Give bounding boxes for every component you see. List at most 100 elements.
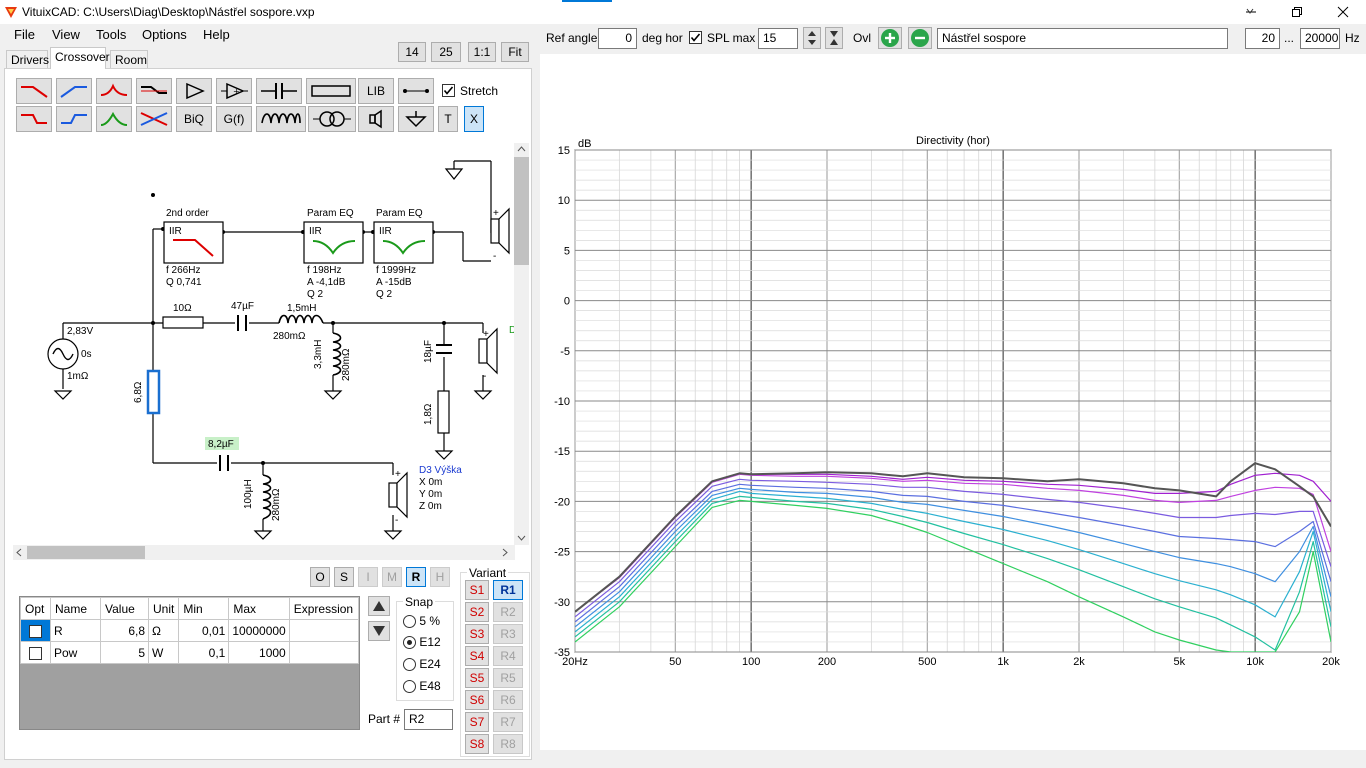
iir-block-1[interactable]: IIR 2nd order f 266Hz Q 0,741 — [163, 208, 224, 288]
highpass-1st-button[interactable] — [56, 78, 92, 104]
inductor-1-5mh[interactable]: 1,5mH 280mΩ — [273, 303, 324, 342]
shelf-filter-button[interactable] — [136, 78, 172, 104]
mode-o-button[interactable]: O — [310, 567, 330, 587]
resistor-6-8ohm-selected[interactable]: 6,8Ω — [133, 369, 161, 415]
snap-e12-option[interactable]: E12 — [403, 635, 441, 650]
spl-max-input[interactable]: 15 — [758, 28, 798, 49]
schematic-canvas[interactable]: IIR 2nd order f 266Hz Q 0,741 IIR Param … — [13, 143, 516, 545]
mode-m-button[interactable]: M — [382, 567, 402, 587]
variant-r3-button[interactable]: R3 — [493, 624, 523, 644]
capacitor-47uf[interactable]: 47µF — [231, 301, 254, 331]
capacitor-8-2uf[interactable]: 8,2µF — [205, 437, 239, 471]
row-1-min[interactable]: 0,01 — [178, 619, 230, 642]
variant-r2-button[interactable]: R2 — [493, 602, 523, 622]
variant-s8-button[interactable]: S8 — [465, 734, 489, 754]
add-overlay-button[interactable] — [878, 27, 902, 49]
menu-file[interactable]: File — [14, 27, 35, 42]
variant-r6-button[interactable]: R6 — [493, 690, 523, 710]
snap-e48-option[interactable]: E48 — [403, 679, 441, 694]
row-1-name[interactable]: R — [50, 619, 101, 642]
mode-i-button[interactable]: I — [358, 567, 378, 587]
woofer-driver[interactable]: +- — [490, 207, 510, 262]
zoom-25-button[interactable]: 25 — [431, 42, 461, 62]
table-row[interactable]: Pow 5 W 0,1 1000 — [20, 641, 360, 664]
allpass-button[interactable] — [136, 106, 172, 132]
x-toggle-button[interactable]: X — [464, 106, 484, 132]
mode-r-button[interactable]: R — [406, 567, 426, 587]
buffer-button[interactable] — [176, 78, 212, 104]
variant-r8-button[interactable]: R8 — [493, 734, 523, 754]
midrange-driver[interactable]: +- D — [478, 325, 516, 382]
horizontal-scroll-thumb[interactable] — [27, 546, 145, 559]
variant-s3-button[interactable]: S3 — [465, 624, 489, 644]
snap-5pct-option[interactable]: 5 % — [403, 614, 440, 629]
row-2-value[interactable]: 5 — [100, 641, 149, 664]
driver-button[interactable] — [358, 106, 394, 132]
row-2-min[interactable]: 0,1 — [178, 641, 230, 664]
spl-max-checkbox[interactable] — [689, 31, 702, 47]
row-1-max[interactable]: 10000000 — [228, 619, 290, 642]
row-2-opt[interactable] — [20, 641, 51, 664]
variant-s5-button[interactable]: S5 — [465, 668, 489, 688]
menu-options[interactable]: Options — [142, 27, 187, 42]
parameter-grid[interactable]: Opt Name Value Unit Min Max Expression R… — [19, 596, 360, 730]
row-1-expression[interactable] — [288, 619, 360, 642]
remove-overlay-button[interactable] — [908, 27, 932, 49]
tab-drivers[interactable]: Drivers — [6, 50, 49, 68]
col-min[interactable]: Min — [178, 597, 230, 620]
snap-e12-radio[interactable] — [403, 636, 416, 650]
close-button[interactable] — [1320, 0, 1366, 24]
col-value[interactable]: Value — [100, 597, 149, 620]
inductor-3-3mh[interactable]: 3,3mH 280mΩ — [313, 332, 352, 381]
row-1-opt-checkbox[interactable] — [29, 624, 42, 638]
tab-room[interactable]: Room — [110, 50, 148, 68]
variant-s4-button[interactable]: S4 — [465, 646, 489, 666]
highpass-2nd-button[interactable] — [56, 106, 92, 132]
col-max[interactable]: Max — [228, 597, 290, 620]
iir-block-3[interactable]: IIR Param EQ f 1999Hz A -15dB Q 2 — [373, 208, 434, 300]
snap-e24-radio[interactable] — [403, 658, 416, 672]
biquad-button[interactable]: BiQ — [176, 106, 212, 132]
vertical-scroll-thumb[interactable] — [514, 157, 529, 265]
spl-auto-button[interactable] — [825, 27, 843, 49]
inductor-100uh[interactable]: 100µH 280mΩ — [243, 474, 282, 521]
mode-h-button[interactable]: H — [430, 567, 450, 587]
lowpass-1st-button[interactable] — [16, 78, 52, 104]
inductor-button[interactable] — [256, 106, 306, 132]
bandpass-button[interactable] — [96, 106, 132, 132]
snap-e24-option[interactable]: E24 — [403, 657, 441, 672]
move-down-button[interactable] — [368, 621, 390, 641]
variant-r5-button[interactable]: R5 — [493, 668, 523, 688]
capacitor-button[interactable] — [256, 78, 302, 104]
row-2-name[interactable]: Pow — [50, 641, 101, 664]
row-2-opt-checkbox[interactable] — [29, 646, 42, 660]
zoom-14-button[interactable]: 14 — [398, 42, 426, 62]
part-number-input[interactable]: R2 — [404, 709, 453, 730]
library-button[interactable]: LIB — [358, 78, 394, 104]
amplifier-button[interactable]: + — [216, 78, 252, 104]
variant-s7-button[interactable]: S7 — [465, 712, 489, 732]
overlay-name-input[interactable]: Nástřel sospore — [937, 28, 1228, 49]
freq-min-input[interactable]: 20 — [1245, 28, 1280, 49]
wire-button[interactable] — [398, 78, 434, 104]
variant-r4-button[interactable]: R4 — [493, 646, 523, 666]
transformer-button[interactable] — [308, 106, 356, 132]
stretch-checkbox[interactable] — [442, 84, 455, 100]
col-name[interactable]: Name — [50, 597, 101, 620]
menu-view[interactable]: View — [52, 27, 80, 42]
resistor-button[interactable] — [306, 78, 356, 104]
row-1-opt[interactable] — [20, 619, 51, 642]
spl-spin-button[interactable] — [803, 27, 821, 49]
variant-r7-button[interactable]: R7 — [493, 712, 523, 732]
voltage-source[interactable]: 2,83V 0s 1mΩ — [47, 326, 93, 382]
row-2-max[interactable]: 1000 — [228, 641, 290, 664]
resistor-1-8ohm[interactable]: 1,8Ω — [423, 390, 450, 434]
text-button[interactable]: T — [438, 106, 458, 132]
snap-e48-radio[interactable] — [403, 680, 416, 694]
transfer-function-button[interactable]: G(f) — [216, 106, 252, 132]
iir-block-2[interactable]: IIR Param EQ f 198Hz A -4,1dB Q 2 — [303, 208, 364, 300]
lowpass-2nd-button[interactable] — [16, 106, 52, 132]
freq-max-input[interactable]: 20000 — [1300, 28, 1340, 49]
col-opt[interactable]: Opt — [20, 597, 51, 620]
ref-angle-input[interactable]: 0 — [598, 28, 637, 49]
